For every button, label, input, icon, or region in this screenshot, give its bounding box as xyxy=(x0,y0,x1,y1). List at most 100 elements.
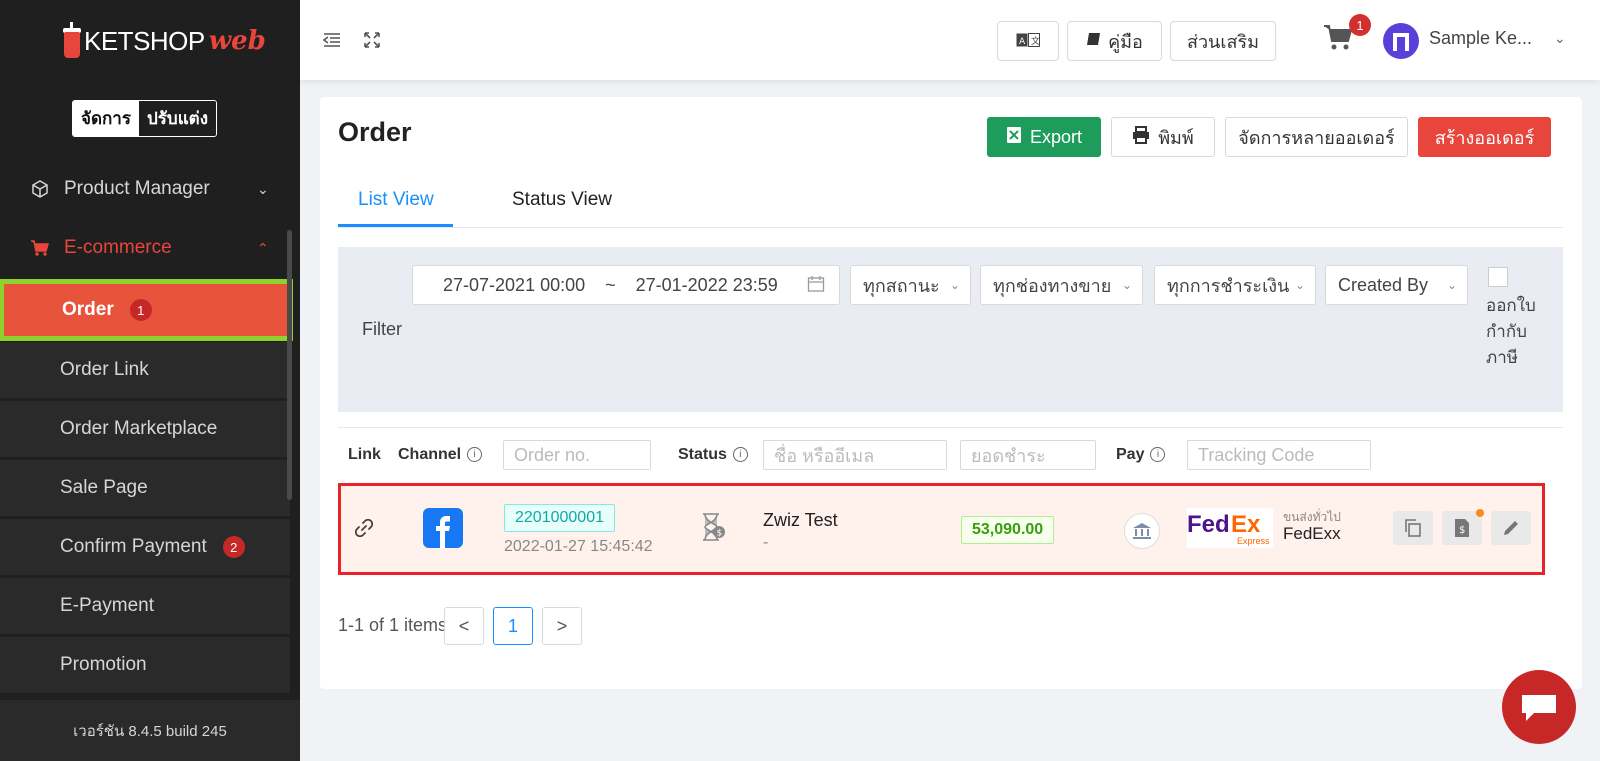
create-order-button[interactable]: สร้างออเดอร์ xyxy=(1418,117,1551,157)
bulk-orders-label: จัดการหลายออเดอร์ xyxy=(1238,127,1395,148)
amount-filter-input[interactable]: ยอดชำระ xyxy=(960,440,1096,470)
fedex-logo-icon: Fed Ex Express xyxy=(1187,508,1273,548)
calendar-icon xyxy=(807,275,825,296)
translate-icon: A文 xyxy=(1016,31,1040,52)
sidebar-item-label: Promotion xyxy=(60,654,147,675)
svg-text:Express: Express xyxy=(1237,536,1270,546)
column-channel-label: Channel xyxy=(398,446,462,463)
status-select[interactable]: ทุกสถานะ ⌄ xyxy=(850,265,971,305)
amount-badge: 53,090.00 xyxy=(961,516,1055,544)
manual-button[interactable]: คู่มือ xyxy=(1067,21,1162,61)
sidebar-group-ecommerce[interactable]: E-commerce ⌃ xyxy=(0,223,290,273)
chat-icon xyxy=(1522,695,1556,721)
notification-dot xyxy=(1476,509,1484,517)
column-channel: Channel i xyxy=(398,446,483,464)
tab-divider xyxy=(338,227,1563,228)
tax-invoice-checkbox[interactable] xyxy=(1488,267,1508,287)
tab-status-view[interactable]: Status View xyxy=(512,189,612,211)
next-page-button[interactable]: > xyxy=(542,607,582,645)
info-icon[interactable]: i xyxy=(467,447,483,463)
column-status-label: Status xyxy=(678,446,727,463)
channel-select[interactable]: ทุกช่องทางขาย ⌄ xyxy=(980,265,1143,305)
svg-text:文: 文 xyxy=(1031,35,1040,47)
payment-select[interactable]: ทุกการชำระเงิน ⌄ xyxy=(1154,265,1316,305)
column-link: Link xyxy=(348,446,381,463)
table-row[interactable]: 2201000001 2022-01-27 15:45:42 $ Zwiz Te… xyxy=(338,483,1545,575)
fullscreen-icon[interactable] xyxy=(362,30,382,50)
chevron-down-icon[interactable]: ⌄ xyxy=(1554,30,1566,47)
svg-text:$: $ xyxy=(1459,525,1465,536)
export-button[interactable]: Export xyxy=(987,117,1101,157)
date-separator: ~ xyxy=(605,274,616,295)
chevron-down-icon: ⌄ xyxy=(1446,278,1457,292)
order-number-link[interactable]: 2201000001 xyxy=(504,504,615,532)
date-from: 27-07-2021 00:00 xyxy=(443,274,586,295)
sidebar-item-sale-page[interactable]: Sale Page xyxy=(0,460,290,516)
step-badge: 1 xyxy=(129,299,152,321)
sidebar-item-confirm-payment[interactable]: Confirm Payment 2 xyxy=(0,519,290,575)
chevron-up-icon: ⌃ xyxy=(257,239,269,256)
sidebar-group-product-manager[interactable]: Product Manager ⌄ xyxy=(0,164,290,214)
printer-icon xyxy=(1132,125,1150,149)
top-bar: A文 คู่มือ ส่วนเสริม 1 Sample Ke... ⌄ xyxy=(300,0,1600,80)
page-title: Order xyxy=(338,117,412,147)
sidebar-item-order-link[interactable]: Order Link xyxy=(0,342,290,398)
created-by-select[interactable]: Created By ⌄ xyxy=(1325,265,1468,305)
chat-button[interactable] xyxy=(1502,670,1576,744)
column-pay-label: Pay xyxy=(1116,446,1145,463)
channel-select-value: ทุกช่องทางขาย xyxy=(993,275,1112,296)
customer-email: - xyxy=(763,534,769,551)
tab-active-indicator xyxy=(338,224,453,227)
name-email-filter-input[interactable]: ชื่อ หรืออีเมล xyxy=(763,440,947,470)
svg-text:$: $ xyxy=(717,529,723,539)
sidebar-item-order[interactable]: Order 1 xyxy=(0,279,293,341)
svg-text:A: A xyxy=(1019,37,1026,47)
avatar[interactable] xyxy=(1383,23,1419,59)
print-button[interactable]: พิมพ์ xyxy=(1111,117,1215,157)
hourglass-payment-icon: $ xyxy=(699,512,727,547)
sidebar-item-order-marketplace[interactable]: Order Marketplace xyxy=(0,401,290,457)
date-to: 27-01-2022 23:59 xyxy=(635,274,778,295)
filter-label: Filter xyxy=(362,319,402,339)
version-text: เวอร์ชัน 8.4.5 build 245 xyxy=(0,700,300,761)
sidebar-item-promotion[interactable]: Promotion xyxy=(0,637,290,693)
status-select-value: ทุกสถานะ xyxy=(863,275,940,296)
facebook-icon xyxy=(423,508,463,553)
brand-logo[interactable]: KETSHOP web xyxy=(63,22,266,60)
orders-card: Order Export พิมพ์ จัดการหลายออเดอร์ สร้… xyxy=(320,97,1582,689)
mode-manage-button[interactable]: จัดการ xyxy=(73,101,139,136)
mode-toggle[interactable]: จัดการ ปรับแต่ง xyxy=(72,100,217,137)
user-name[interactable]: Sample Ke... xyxy=(1429,28,1532,49)
sidebar-scrollbar[interactable] xyxy=(287,230,292,500)
column-status: Status i xyxy=(678,446,748,464)
bulk-orders-button[interactable]: จัดการหลายออเดอร์ xyxy=(1225,117,1408,157)
collapse-menu-icon[interactable] xyxy=(322,30,342,50)
prev-page-button[interactable]: < xyxy=(444,607,484,645)
sidebar-item-e-payment[interactable]: E-Payment xyxy=(0,578,290,634)
invoice-button[interactable]: $ xyxy=(1442,511,1482,545)
svg-text:Ex: Ex xyxy=(1231,511,1261,538)
order-no-filter-input[interactable]: Order no. xyxy=(503,440,651,470)
copy-button[interactable] xyxy=(1393,511,1433,545)
tracking-filter-input[interactable]: Tracking Code xyxy=(1187,440,1371,470)
info-icon[interactable]: i xyxy=(732,447,748,463)
payment-select-value: ทุกการชำระเงิน xyxy=(1167,275,1290,296)
brand-suffix: web xyxy=(208,26,266,56)
link-icon[interactable] xyxy=(354,518,374,542)
sidebar-group-label: E-commerce xyxy=(64,237,172,258)
brand-name: KETSHOP xyxy=(84,25,205,56)
sidebar-item-label: E-Payment xyxy=(60,595,154,616)
mode-customize-button[interactable]: ปรับแต่ง xyxy=(138,101,216,136)
info-icon[interactable]: i xyxy=(1150,447,1166,463)
step-badge: 2 xyxy=(222,536,245,558)
tab-list-view[interactable]: List View xyxy=(358,189,434,211)
edit-button[interactable] xyxy=(1491,511,1531,545)
addons-button[interactable]: ส่วนเสริม xyxy=(1170,21,1276,61)
page-1-button[interactable]: 1 xyxy=(493,607,533,645)
date-range-picker[interactable]: 27-07-2021 00:00 ~ 27-01-2022 23:59 xyxy=(412,265,840,305)
pencil-icon xyxy=(1504,521,1518,535)
cup-logo-icon xyxy=(63,22,81,60)
language-button[interactable]: A文 xyxy=(997,21,1059,61)
table-header: Link Channel i Order no. Status i ชื่อ หรื… xyxy=(338,427,1563,479)
chevron-down-icon: ⌄ xyxy=(257,180,269,197)
